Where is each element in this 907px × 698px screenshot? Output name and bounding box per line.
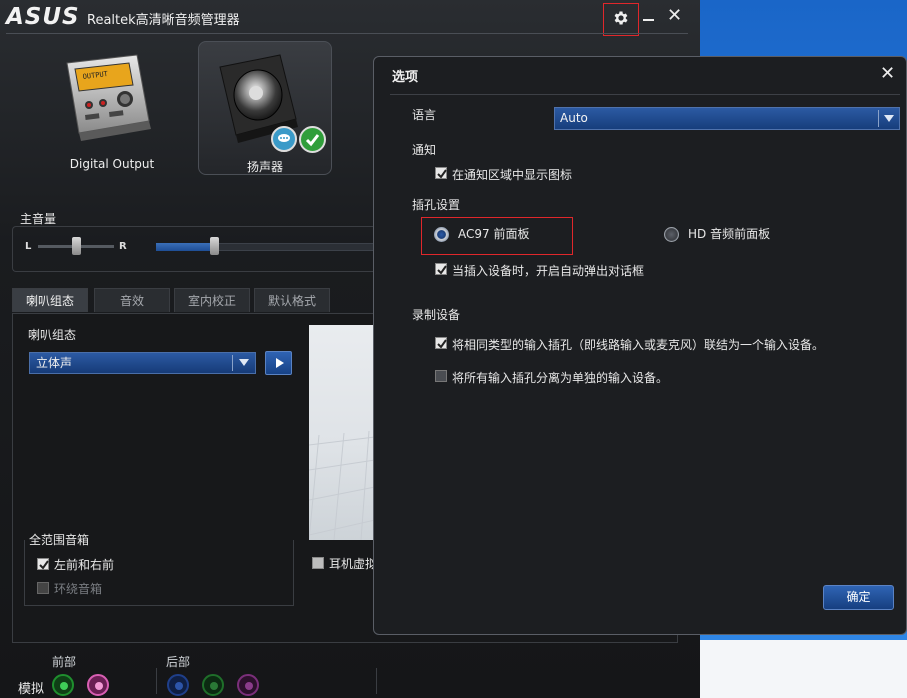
front-pink-jack[interactable] [87,674,109,696]
auto-popup-checkbox[interactable] [435,263,447,275]
desktop-window-edge [700,640,907,698]
master-volume-slider-fill [156,243,214,251]
master-volume-slider-handle[interactable] [210,237,219,255]
dialog-title: 选项 [392,70,419,85]
rear-blue-jack[interactable] [167,674,189,696]
auto-popup-label: 当插入设备时，开启自动弹出对话框 [452,264,645,278]
settings-button[interactable] [603,3,639,36]
hd-audio-front-panel-radio[interactable] [664,227,679,242]
tab-effects[interactable]: 音效 [94,288,170,312]
play-test-button[interactable] [265,351,292,375]
show-tray-icon-checkbox[interactable] [435,167,447,179]
tab-speaker-config[interactable]: 喇叭组态 [12,288,88,312]
close-icon: ✕ [667,5,683,26]
speaker-config-value: 立体声 [36,356,73,370]
show-tray-icon-label: 在通知区域中显示图标 [452,168,573,182]
select-divider [232,355,233,371]
headphone-virtualization-label: 耳机虚拟 [329,557,378,571]
chevron-down-icon [884,115,894,122]
checkmark-icon [437,265,447,275]
surround-label: 环绕音箱 [54,582,103,596]
close-button[interactable]: ✕ [667,7,682,25]
title-bar: ASUS Realtek高清晰音频管理器 ✕ [0,0,700,36]
checkmark-icon [437,339,447,349]
combine-inputs-label: 将相同类型的输入插孔（即线路输入或麦克风）联结为一个输入设备。 [452,338,825,352]
hd-audio-front-panel-label: HD 音频前面板 [688,227,771,241]
language-select[interactable]: Auto [554,107,900,130]
jack-inner [175,682,183,690]
headphone-virtualization-checkbox[interactable] [312,557,324,569]
title-divider [6,33,688,34]
digital-output-icon: OUTPUT [45,54,179,154]
language-value: Auto [560,111,588,125]
speaker-preview-area [308,325,376,541]
select-divider [878,110,879,127]
minimize-icon [643,19,654,21]
ac97-front-panel-label: AC97 前面板 [458,227,530,241]
jack-inner [95,682,103,690]
balance-right-label: R [119,241,127,252]
combine-inputs-checkbox[interactable] [435,337,447,349]
front-jacks-label: 前部 [52,655,77,669]
dialog-divider [390,94,900,95]
checkmark-icon [299,126,326,153]
balance-slider-handle[interactable] [72,237,81,255]
tab-room-correction[interactable]: 室内校正 [174,288,250,312]
ac97-front-panel-radio[interactable] [434,227,449,242]
device-label: 扬声器 [246,160,283,174]
language-label: 语言 [412,108,437,122]
play-icon [276,358,284,368]
ok-button[interactable]: 确定 [823,585,894,610]
gear-icon [612,9,630,30]
checkmark-icon [39,560,49,570]
surround-checkbox[interactable] [37,582,49,594]
balance-left-label: L [25,241,32,252]
jack-inner [60,682,68,690]
device-speaker[interactable]: 扬声器 [198,41,332,175]
recording-devices-label: 录制设备 [412,308,461,322]
master-volume-label: 主音量 [20,212,57,226]
speaker-config-label: 喇叭组态 [28,328,77,342]
jack-divider [156,668,157,694]
tab-default-format[interactable]: 默认格式 [254,288,330,312]
jack-inner [210,682,218,690]
separate-inputs-checkbox[interactable] [435,370,447,382]
chevron-down-icon [239,359,249,366]
front-left-right-label: 左前和右前 [54,558,115,572]
device-digital-output[interactable]: OUTPUT Digital Output [45,41,179,175]
speaker-config-select[interactable]: 立体声 [29,352,256,374]
asus-logo: ASUS [6,4,80,30]
device-label: Digital Output [69,157,155,171]
dialog-close-button[interactable]: ✕ [880,65,895,83]
minimize-button[interactable] [641,9,657,25]
rear-green-jack[interactable] [202,674,224,696]
jack-settings-label: 插孔设置 [412,198,461,212]
jack-divider [376,668,377,694]
analog-label: 模拟 [18,682,45,697]
app-title: Realtek高清晰音频管理器 [87,13,240,28]
checkmark-icon [437,169,447,179]
chat-bubble-icon [271,126,297,152]
jack-inner [245,682,253,690]
front-green-jack[interactable] [52,674,74,696]
options-dialog: 选项 ✕ 语言 Auto 通知 在通知区域中显示图标 插孔设置 AC97 前面板… [373,56,907,635]
notify-section-label: 通知 [412,143,437,157]
separate-inputs-label: 将所有输入插孔分离为单独的输入设备。 [452,371,669,385]
close-icon: ✕ [880,63,896,84]
front-left-right-checkbox[interactable] [37,558,49,570]
rear-purple-jack[interactable] [237,674,259,696]
rear-jacks-label: 后部 [166,655,191,669]
